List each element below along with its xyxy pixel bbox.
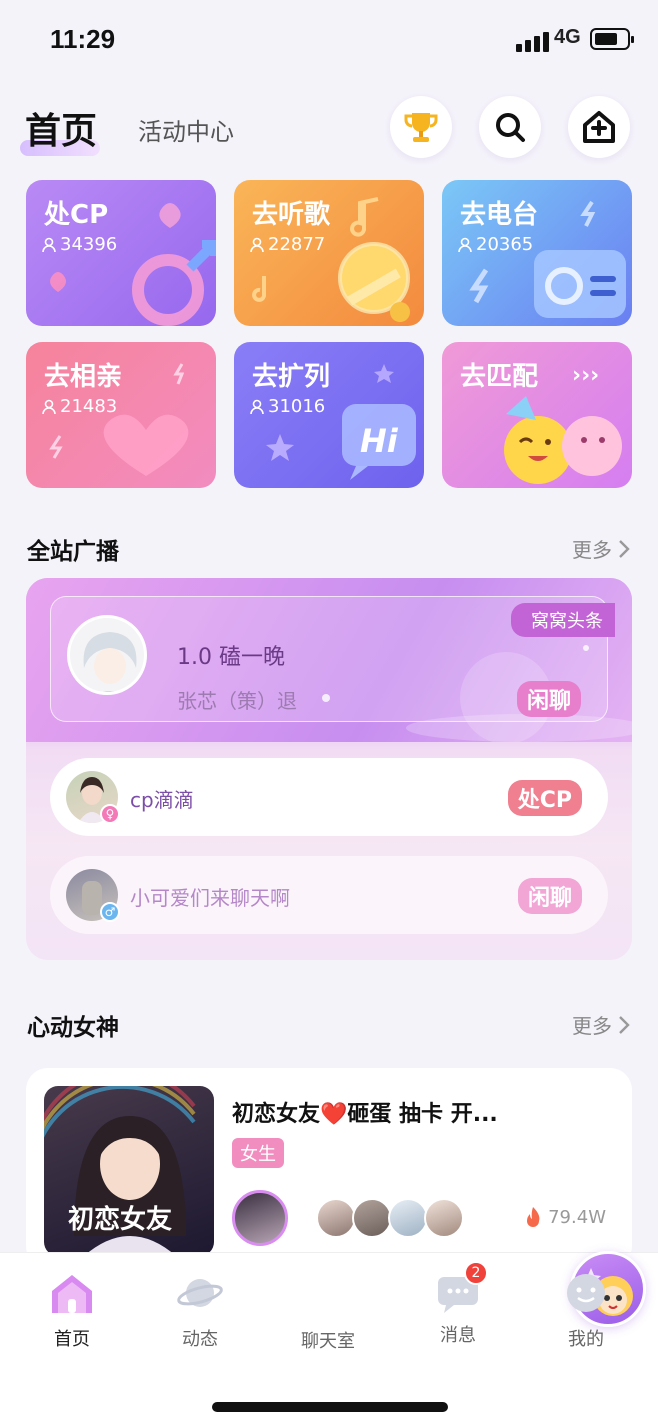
- bottom-nav: 首页 动态 聊天室 2 消息 我的: [0, 1251, 658, 1425]
- anime-avatar-image: [70, 618, 144, 692]
- nav-label: 消息: [440, 1325, 476, 1346]
- network-type: 4G: [554, 26, 581, 48]
- fire-icon: [527, 1207, 540, 1227]
- svg-text:›››: ›››: [572, 363, 599, 388]
- home-plus-icon: [583, 111, 615, 143]
- broadcast-row[interactable]: ♀ cp滴滴 处CP: [50, 758, 608, 836]
- goddess-more-link[interactable]: 更多: [572, 1010, 630, 1039]
- svg-text:初恋女友: 初恋女友: [68, 1204, 172, 1235]
- card-title: 去匹配: [460, 362, 539, 392]
- user-icon: [42, 399, 56, 414]
- goddess-title: 心动女神: [27, 1015, 119, 1041]
- status-bar: 11:29 4G: [0, 0, 658, 80]
- cp-chip: 处CP: [507, 780, 582, 816]
- member-avatar: [424, 1198, 464, 1238]
- card-match[interactable]: ››› 去匹配: [442, 342, 632, 488]
- message-badge: 2: [464, 1261, 488, 1285]
- nav-label: 首页: [54, 1329, 90, 1350]
- user-icon: [250, 399, 264, 414]
- user-icon: [42, 237, 56, 252]
- svg-text:Hi: Hi: [360, 422, 399, 460]
- category-grid: 处CP 34396 去听歌 22877 去电台 20365 去相亲 21483 …: [26, 180, 632, 490]
- room-heat: 79.4W: [524, 1206, 606, 1228]
- card-count: 31016: [250, 396, 325, 417]
- card-make-friends[interactable]: Hi 去扩列 31016: [234, 342, 424, 488]
- card-title: 处CP: [44, 200, 109, 230]
- broadcast-row-text: 小可爱们来聊天啊: [130, 886, 290, 910]
- search-button[interactable]: [479, 96, 541, 158]
- gender-badge: 女生: [232, 1138, 284, 1168]
- broadcast-row[interactable]: ♂ 小可爱们来聊天啊 闲聊: [50, 856, 608, 934]
- card-music[interactable]: 去听歌 22877: [234, 180, 424, 326]
- broadcast-more-link[interactable]: 更多: [572, 534, 630, 563]
- card-count: 34396: [42, 234, 117, 255]
- card-count: 22877: [250, 234, 325, 255]
- female-icon: ♀: [100, 804, 120, 824]
- tab-home[interactable]: 首页: [25, 102, 97, 154]
- broadcast-panel: 窝窝头条 1.0 磕一晚 张芯（策）退 闲聊 ♀ cp滴滴 处CP ♂ 小可爱们…: [26, 578, 632, 960]
- header: 首页 活动中心: [0, 96, 658, 160]
- card-title: 去电台: [460, 200, 539, 230]
- user-icon: [250, 237, 264, 252]
- card-radio[interactable]: 去电台 20365: [442, 180, 632, 326]
- broadcast-title: 全站广播: [27, 539, 119, 565]
- planet-icon: [177, 1279, 223, 1307]
- home-indicator: [212, 1402, 448, 1412]
- card-cp[interactable]: 处CP 34396: [26, 180, 216, 326]
- nav-label: 聊天室: [301, 1331, 355, 1352]
- nav-profile[interactable]: 我的: [536, 1271, 636, 1351]
- chevron-right-icon: [619, 1015, 630, 1034]
- card-title: 去相亲: [44, 362, 123, 392]
- nav-label: 我的: [568, 1329, 604, 1350]
- nav-label: 动态: [182, 1329, 218, 1350]
- room-cover-image: 初恋女友: [44, 1086, 214, 1256]
- nav-chatroom[interactable]: 聊天室: [278, 1251, 646, 1353]
- card-title: 去听歌: [252, 200, 331, 230]
- battery-icon: [590, 28, 634, 50]
- card-blind-date[interactable]: 去相亲 21483: [26, 342, 216, 488]
- home-icon: [52, 1275, 92, 1313]
- headline-card[interactable]: 窝窝头条 1.0 磕一晚 张芯（策）退 闲聊: [50, 596, 615, 722]
- create-room-button[interactable]: [568, 96, 630, 158]
- chat-chip: 闲聊: [517, 878, 582, 914]
- search-icon: [496, 113, 525, 142]
- headline-name: 1.0 磕一晚: [177, 645, 285, 670]
- room-title: 初恋女友❤️砸蛋 抽卡 开...: [232, 1102, 498, 1127]
- trophy-button[interactable]: [390, 96, 452, 158]
- nav-feed[interactable]: 动态: [150, 1271, 250, 1351]
- smiley-icon: [567, 1274, 605, 1312]
- user-icon: [458, 237, 472, 252]
- goddess-room-card[interactable]: 初恋女友 初恋女友❤️砸蛋 抽卡 开... 女生 79.4W: [26, 1068, 632, 1268]
- chevron-right-icon: [619, 539, 630, 558]
- trophy-icon: [404, 113, 438, 142]
- broadcast-banner: 窝窝头条 1.0 磕一晚 张芯（策）退 闲聊: [26, 578, 632, 742]
- card-count: 20365: [458, 234, 533, 255]
- room-member-avatars: [232, 1188, 492, 1246]
- nav-messages[interactable]: 2 消息: [408, 1261, 508, 1347]
- chat-chip: 闲聊: [516, 681, 581, 717]
- nav-home[interactable]: 首页: [22, 1271, 122, 1351]
- member-avatar: [352, 1198, 392, 1238]
- card-count: 21483: [42, 396, 117, 417]
- headline-sub: 张芯（策）退: [177, 689, 297, 713]
- status-time: 11:29: [50, 24, 116, 54]
- male-icon: ♂: [100, 902, 120, 922]
- host-avatar: [232, 1190, 288, 1246]
- avatar: [67, 615, 147, 695]
- tab-activity-center[interactable]: 活动中心: [138, 112, 234, 147]
- member-avatar: [316, 1198, 356, 1238]
- headline-tag: 窝窝头条: [511, 603, 615, 637]
- signal-icon: [516, 30, 550, 52]
- member-avatar: [388, 1198, 428, 1238]
- card-title: 去扩列: [252, 362, 331, 392]
- broadcast-row-text: cp滴滴: [130, 788, 194, 812]
